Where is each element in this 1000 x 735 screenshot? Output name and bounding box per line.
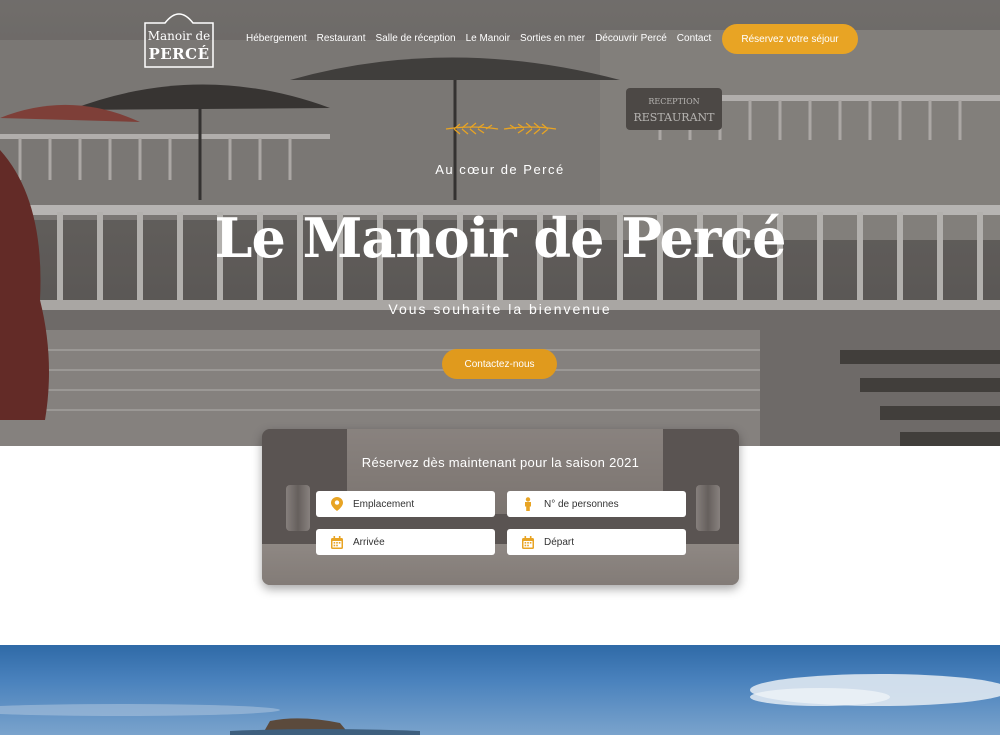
departure-field-placeholder: Départ [544,536,575,548]
arrival-field-placeholder: Arrivée [353,536,385,548]
person-icon [521,497,535,511]
nav-item-contact[interactable]: Contact [677,33,711,44]
book-stay-button[interactable]: Réservez votre séjour [722,24,858,54]
nav-item-le-manoir[interactable]: Le Manoir [466,33,510,44]
booking-heading: Réservez dès maintenant pour la saison 2… [361,455,640,470]
hero-kicker: Au cœur de Percé [435,162,565,177]
arrival-field[interactable]: Arrivée [316,529,495,555]
location-field-placeholder: Emplacement [353,498,415,510]
calendar-icon [330,535,344,549]
hero-section: RECEPTION RESTAURANT Manoir de PERCÉ Héb… [0,0,1000,446]
departure-field[interactable]: Départ [507,529,686,555]
nav-item-salle-de-reception[interactable]: Salle de réception [376,33,456,44]
nav-item-restaurant[interactable]: Restaurant [317,33,366,44]
main-nav: Hébergement Restaurant Salle de réceptio… [246,33,721,44]
contact-us-button[interactable]: Contactez-nous [442,349,557,379]
location-field[interactable]: Emplacement [316,491,495,517]
nav-item-sorties-en-mer[interactable]: Sorties en mer [520,33,585,44]
sky-landscape-illustration [0,674,1000,735]
booking-widget: Réservez dès maintenant pour la saison 2… [262,429,739,585]
laurel-ornament-icon [445,122,557,135]
location-pin-icon [330,497,344,511]
site-logo[interactable]: Manoir de PERCÉ [143,9,215,69]
guests-field-placeholder: N° de personnes [544,498,619,510]
logo-line-1: Manoir de [147,29,211,43]
nav-item-hebergement[interactable]: Hébergement [246,33,307,44]
calendar-icon [521,535,535,549]
logo-line-2: PERCÉ [148,45,210,63]
hero-subtitle: Vous souhaite la bienvenue [388,301,612,317]
hero-title: Le Manoir de Percé [214,206,786,270]
nav-item-decouvrir-perce[interactable]: Découvrir Percé [595,33,667,44]
perce-rock-image [0,645,1000,735]
guests-field[interactable]: N° de personnes [507,491,686,517]
